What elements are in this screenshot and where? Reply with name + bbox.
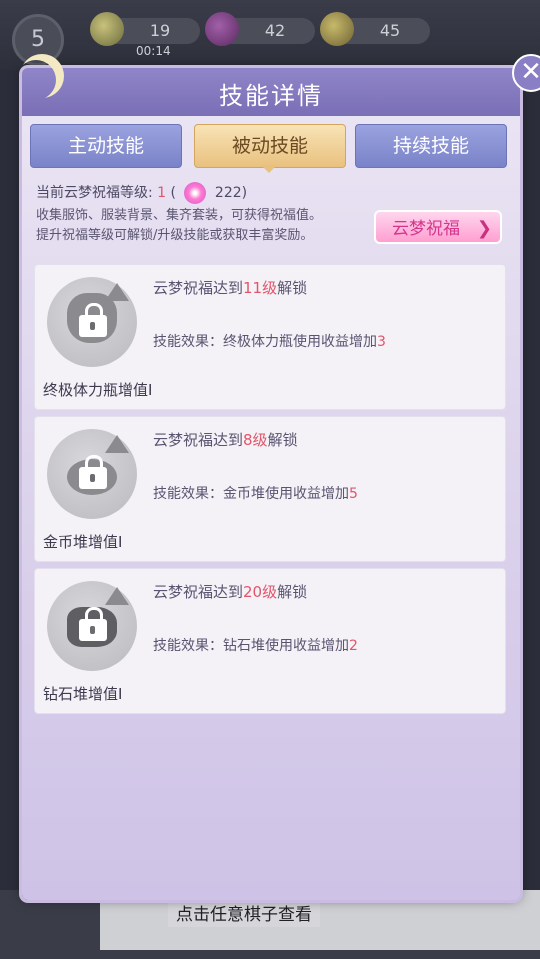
blessing-points: 222) xyxy=(214,185,248,201)
unlock-level: 20级 xyxy=(243,583,278,601)
unlock-level: 8级 xyxy=(243,431,268,449)
coin-pile-icon xyxy=(47,429,137,519)
lock-icon xyxy=(79,455,107,489)
skill-unlock-text: 云梦祝福达到20级解锁 xyxy=(153,583,308,601)
tab-continuous-skills[interactable]: 持续技能 xyxy=(355,124,507,168)
stamina-bottle-icon xyxy=(47,277,137,367)
close-icon: ✕ xyxy=(520,57,540,87)
tab-passive-skills[interactable]: 被动技能 xyxy=(194,124,346,168)
gem-icon xyxy=(205,12,239,46)
skill-tabs: 主动技能 被动技能 持续技能 xyxy=(30,124,514,168)
blessing-level-line: 当前云梦祝福等级: 1 ( 222) xyxy=(36,180,376,206)
gem-counter[interactable]: 42 xyxy=(205,12,315,46)
effect-value: 3 xyxy=(377,334,386,350)
chevron-right-icon: ❯ xyxy=(476,218,492,239)
blessing-star-icon xyxy=(184,182,207,204)
energy-counter[interactable]: 19 xyxy=(90,12,200,46)
tab-active-skills[interactable]: 主动技能 xyxy=(30,124,182,168)
skill-name: 金币堆增值I xyxy=(43,533,123,551)
coin-counter[interactable]: 45 xyxy=(320,12,430,46)
lightning-icon xyxy=(90,12,124,46)
active-tab-pointer xyxy=(261,165,277,173)
effect-value: 5 xyxy=(349,486,358,502)
lock-icon xyxy=(79,303,107,337)
skill-card[interactable]: 云梦祝福达到8级解锁 技能效果：金币堆使用收益增加5 金币堆增值I xyxy=(34,416,506,562)
skill-effect-text: 技能效果：终极体力瓶使用收益增加3 xyxy=(153,334,386,350)
gem-value: 42 xyxy=(264,21,286,40)
skill-effect-text: 技能效果：钻石堆使用收益增加2 xyxy=(153,638,358,654)
upgrade-arrow-icon xyxy=(105,435,129,453)
blessing-open-paren: ( xyxy=(170,185,177,201)
unlock-level: 11级 xyxy=(243,279,278,297)
modal-title: 技能详情 xyxy=(219,82,323,110)
skill-effect-text: 技能效果：金币堆使用收益增加5 xyxy=(153,486,358,502)
blessing-info: 当前云梦祝福等级: 1 ( 222) 收集服饰、服装背景、集齐套装，可获得祝福值… xyxy=(36,180,376,246)
top-hud: 5 19 00:14 42 45 xyxy=(0,0,540,70)
skill-details-modal: 技能详情 ✕ 主动技能 被动技能 持续技能 当前云梦祝福等级: 1 ( 222)… xyxy=(22,54,540,900)
skill-list: 云梦祝福达到11级解锁 技能效果：终极体力瓶使用收益增加3 终极体力瓶增值I 云… xyxy=(34,264,506,720)
skill-unlock-text: 云梦祝福达到11级解锁 xyxy=(153,279,308,297)
coin-icon xyxy=(320,12,354,46)
blessing-level-label: 当前云梦祝福等级: xyxy=(36,185,153,201)
blessing-desc-2: 提升祝福等级可解锁/升级技能或获取丰富奖励。 xyxy=(36,228,314,243)
coin-value: 45 xyxy=(379,21,401,40)
skill-card[interactable]: 云梦祝福达到11级解锁 技能效果：终极体力瓶使用收益增加3 终极体力瓶增值I xyxy=(34,264,506,410)
blessing-level-value: 1 xyxy=(157,185,167,201)
cloud-dream-blessing-button[interactable]: 云梦祝福 ❯ xyxy=(374,210,502,244)
skill-unlock-text: 云梦祝福达到8级解锁 xyxy=(153,431,298,449)
upgrade-arrow-icon xyxy=(105,283,129,301)
energy-timer: 00:14 xyxy=(136,44,171,58)
upgrade-arrow-icon xyxy=(105,587,129,605)
skill-name: 钻石堆增值I xyxy=(43,685,123,703)
skill-name: 终极体力瓶增值I xyxy=(43,381,153,399)
lock-icon xyxy=(79,607,107,641)
effect-value: 2 xyxy=(349,638,358,654)
diamond-pile-icon xyxy=(47,581,137,671)
blessing-button-label: 云梦祝福 xyxy=(392,219,460,239)
energy-value: 19 xyxy=(149,21,171,40)
hint-text: 点击任意棋子查看 xyxy=(168,898,320,927)
blessing-desc-1: 收集服饰、服装背景、集齐套装，可获得祝福值。 xyxy=(36,208,323,223)
skill-card[interactable]: 云梦祝福达到20级解锁 技能效果：钻石堆使用收益增加2 钻石堆增值I xyxy=(34,568,506,714)
modal-header: 技能详情 xyxy=(22,68,520,116)
